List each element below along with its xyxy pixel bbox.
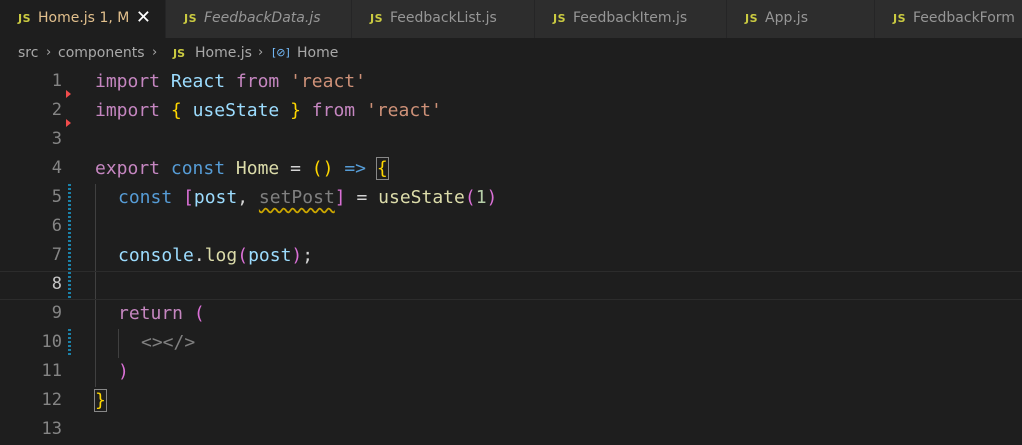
code-text: return ( [118, 303, 205, 324]
tab-label: App.js [765, 10, 808, 26]
line-number: 4 [51, 158, 62, 178]
code-line: 9 return ( [0, 300, 1022, 329]
code-line: 4 export const Home = () => { [0, 155, 1022, 184]
javascript-file-icon: JS [893, 12, 907, 25]
code-text: <></> [141, 332, 196, 353]
javascript-file-icon: JS [745, 12, 759, 25]
line-number: 8 [51, 274, 62, 294]
code-line: 7 console.log(post); [0, 242, 1022, 271]
javascript-file-icon: JS [18, 12, 32, 25]
symbol-variable-icon: [⊘] [272, 46, 290, 59]
javascript-file-icon: JS [370, 12, 384, 25]
line-number: 2 [51, 100, 62, 120]
javascript-file-icon: JS [553, 12, 567, 25]
code-line: 12 } [0, 387, 1022, 416]
breadcrumb-src[interactable]: src [18, 45, 38, 61]
code-text: } [94, 389, 107, 412]
tab-label: Home.js 1, M [38, 10, 130, 26]
tab-app-js[interactable]: JS App.js [727, 0, 875, 38]
tab-label: FeedbackList.js [390, 10, 497, 26]
breadcrumb: src › components › JS Home.js › [⊘] Home [0, 38, 1022, 68]
code-text: console.log(post); [118, 245, 314, 266]
close-icon[interactable]: ✕ [136, 6, 151, 30]
code-line: 5 const [post, setPost] = useState(1) [0, 184, 1022, 213]
line-number: 10 [41, 332, 62, 352]
tab-home-js[interactable]: JS Home.js 1, M ✕ [0, 0, 166, 38]
code-text: import React from 'react' [95, 71, 366, 92]
tab-bar: JS Home.js 1, M ✕ JS FeedbackData.js JS … [0, 0, 1022, 38]
tab-label: FeedbackForm [913, 10, 1015, 26]
tab-feedbacklist-js[interactable]: JS FeedbackList.js [352, 0, 535, 38]
javascript-file-icon: JS [184, 12, 198, 25]
breadcrumb-symbol[interactable]: Home [297, 45, 338, 61]
code-line: 6 [0, 213, 1022, 242]
code-line-current: 8 [0, 271, 1022, 300]
chevron-right-icon: › [258, 45, 264, 60]
chevron-right-icon: › [152, 45, 158, 60]
tab-feedbackitem-js[interactable]: JS FeedbackItem.js [535, 0, 727, 38]
line-number: 12 [41, 390, 62, 410]
code-text: const [post, setPost] = useState(1) [118, 187, 498, 208]
chevron-right-icon: › [46, 45, 52, 60]
line-number: 7 [51, 245, 62, 265]
code-line: 3 [0, 126, 1022, 155]
line-number: 11 [41, 361, 62, 381]
line-number: 6 [51, 216, 62, 236]
tab-status: 1, M [99, 10, 130, 26]
tab-label: FeedbackData.js [204, 10, 321, 26]
breadcrumb-file[interactable]: Home.js [195, 45, 252, 61]
tab-feedbackform[interactable]: JS FeedbackForm [875, 0, 1022, 38]
code-text: import { useState } from 'react' [95, 100, 442, 121]
line-number: 3 [51, 129, 62, 149]
unused-variable-warning: setPost [258, 187, 335, 208]
javascript-file-icon: JS [173, 47, 186, 60]
line-number: 1 [51, 71, 62, 91]
code-line: 1 import React from 'react' [0, 68, 1022, 97]
tab-label: FeedbackItem.js [573, 10, 688, 26]
line-number: 13 [41, 419, 62, 439]
breadcrumb-components[interactable]: components [58, 45, 145, 61]
code-editor[interactable]: 1 import React from 'react' 2 import { u… [0, 68, 1022, 439]
code-text: ) [118, 361, 129, 382]
code-line: 2 import { useState } from 'react' [0, 97, 1022, 126]
line-number: 9 [51, 303, 62, 323]
code-text: export const Home = () => { [95, 157, 389, 180]
line-number: 5 [51, 187, 62, 207]
tab-feedbackdata-js[interactable]: JS FeedbackData.js [166, 0, 352, 38]
code-line: 13 [0, 416, 1022, 445]
code-line: 10 <></> [0, 329, 1022, 358]
code-line: 11 ) [0, 358, 1022, 387]
